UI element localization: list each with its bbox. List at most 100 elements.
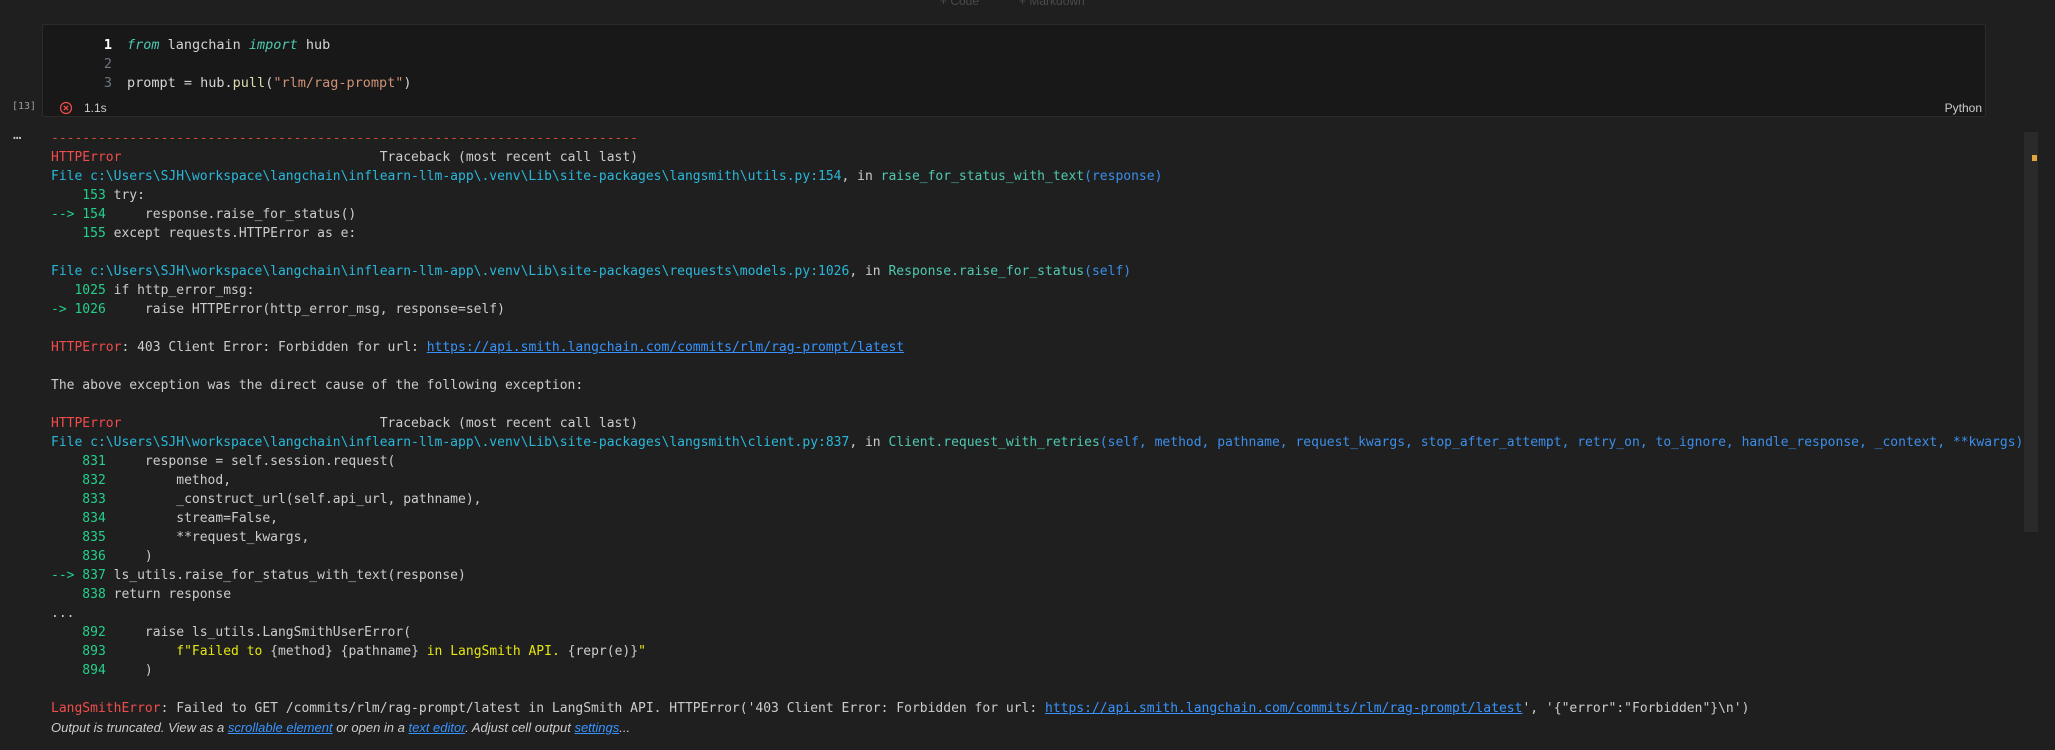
- source-line: 836 ): [51, 547, 2011, 566]
- source-line-number: 831: [51, 454, 106, 469]
- source-line-number: 838: [51, 587, 106, 602]
- source-code: method,: [105, 473, 232, 488]
- module-name: langchain: [159, 37, 249, 53]
- source-line-number: 833: [51, 492, 106, 507]
- source-code: ): [105, 663, 153, 678]
- function-args: (self): [1084, 264, 1132, 279]
- function-args: (response): [1084, 169, 1163, 184]
- source-line-number: -> 1026: [51, 302, 106, 317]
- function-name: pull: [232, 75, 266, 91]
- source-line-number: 835: [51, 530, 106, 545]
- file-label: File: [51, 264, 91, 279]
- source-line-number: --> 154: [51, 207, 106, 222]
- cause-message: The above exception was the direct cause…: [51, 378, 584, 393]
- string-literal: "rlm/rag-prompt": [273, 75, 404, 91]
- error-url-link[interactable]: https://api.smith.langchain.com/commits/…: [427, 340, 904, 355]
- source-code: return response: [105, 587, 232, 602]
- file-label: File: [51, 435, 91, 450]
- source-line-number: 892: [51, 625, 106, 640]
- source-line: 155 except requests.HTTPError as e:: [51, 224, 2011, 243]
- text-editor-link[interactable]: text editor: [408, 720, 465, 735]
- traceback-title: Traceback (most recent call last): [379, 416, 639, 431]
- output-more-icon[interactable]: …: [13, 127, 22, 143]
- format-field: {repr(e)}: [567, 644, 639, 659]
- source-line: --> 154 response.raise_for_status(): [51, 205, 2011, 224]
- exception-message: HTTPError: 403 Client Error: Forbidden f…: [51, 338, 2011, 357]
- source-code: except requests.HTTPError as e:: [105, 226, 357, 241]
- exception-name: HTTPError: [51, 340, 122, 355]
- source-code: response.raise_for_status(): [105, 207, 357, 222]
- source-code: ): [105, 549, 153, 564]
- format-field: {pathname}: [340, 644, 419, 659]
- source-line: 833 _construct_url(self.api_url, pathnam…: [51, 490, 2011, 509]
- line-number: 2: [103, 56, 112, 72]
- settings-link[interactable]: settings: [574, 720, 619, 735]
- source-line-number: 894: [51, 663, 106, 678]
- error-url-link[interactable]: https://api.smith.langchain.com/commits/…: [1045, 701, 1522, 716]
- source-line: 1025 if http_error_msg:: [51, 281, 2011, 300]
- add-markdown-button[interactable]: + Markdown: [1019, 0, 1085, 8]
- notice-text: . Adjust cell output: [465, 720, 575, 735]
- exception-message: LangSmithError: Failed to GET /commits/r…: [51, 699, 2011, 718]
- language-picker[interactable]: Python: [1945, 101, 1982, 115]
- traceback-header: HTTPError Traceback (most recent call la…: [51, 148, 2011, 167]
- source-line: 892 raise ls_utils.LangSmithUserError(: [51, 623, 2011, 642]
- line-number: 3: [103, 75, 112, 91]
- format-field: {method}: [270, 644, 333, 659]
- function-name: Response.raise_for_status: [888, 264, 1085, 279]
- in-label: , in: [849, 264, 889, 279]
- separator-line: ----------------------------------------…: [51, 131, 638, 146]
- source-line: 831 response = self.session.request(: [51, 452, 2011, 471]
- string-literal: in LangSmith API.: [418, 644, 568, 659]
- source-line-number: 832: [51, 473, 106, 488]
- code-cell-editor[interactable]: 1 from langchain import hub 2 3 prompt =…: [42, 24, 1986, 117]
- code-line: 1 from langchain import hub: [43, 36, 330, 55]
- source-line: 153 try:: [51, 186, 2011, 205]
- cell-toolbar: + Code + Markdown: [940, 0, 1085, 8]
- truncation-notice: Output is truncated. View as a scrollabl…: [51, 718, 2011, 737]
- add-code-button[interactable]: + Code: [940, 0, 979, 8]
- file-frame: File c:\Users\SJH\workspace\langchain\in…: [51, 167, 2011, 186]
- notice-text: or open in a: [332, 720, 409, 735]
- source-code: [106, 644, 176, 659]
- output-scrollbar[interactable]: [2024, 132, 2038, 532]
- execution-count: [13]: [12, 101, 37, 112]
- in-label: , in: [849, 435, 889, 450]
- in-label: , in: [841, 169, 881, 184]
- string-literal: [333, 644, 341, 659]
- source-line: 838 return response: [51, 585, 2011, 604]
- string-literal: ": [638, 644, 646, 659]
- source-line: -> 1026 raise HTTPError(http_error_msg, …: [51, 300, 2011, 319]
- function-name: Client.request_with_retries: [888, 435, 1100, 450]
- code-line: 3 prompt = hub.pull("rlm/rag-prompt"): [43, 74, 412, 93]
- keyword: from: [127, 37, 160, 53]
- source-line: 894 ): [51, 661, 2011, 680]
- import-name: hub: [297, 37, 331, 53]
- notice-text: Output is truncated. View as a: [51, 720, 228, 735]
- file-path-link[interactable]: c:\Users\SJH\workspace\langchain\inflear…: [90, 169, 841, 184]
- source-code: response = self.session.request(: [105, 454, 396, 469]
- function-args: (self, method, pathname, request_kwargs,…: [1099, 435, 2024, 450]
- source-code: ls_utils.raise_for_status_with_text(resp…: [105, 568, 466, 583]
- file-label: File: [51, 169, 91, 184]
- code-text: prompt = hub.: [127, 75, 233, 91]
- scrollable-element-link[interactable]: scrollable element: [228, 720, 333, 735]
- exception-name: LangSmithError: [51, 701, 161, 716]
- source-line: --> 837 ls_utils.raise_for_status_with_t…: [51, 566, 2011, 585]
- line-number: 1: [103, 37, 112, 53]
- source-line-number: 836: [51, 549, 106, 564]
- file-path-link[interactable]: c:\Users\SJH\workspace\langchain\inflear…: [90, 435, 849, 450]
- source-line-number: --> 837: [51, 568, 106, 583]
- file-path-link[interactable]: c:\Users\SJH\workspace\langchain\inflear…: [90, 264, 849, 279]
- source-line-number: 1025: [51, 283, 106, 298]
- exception-name: HTTPError: [51, 416, 122, 431]
- source-code: **request_kwargs,: [105, 530, 310, 545]
- error-circle-icon: [58, 100, 74, 116]
- source-code: raise ls_utils.LangSmithUserError(: [105, 625, 412, 640]
- code-line: 2: [43, 55, 127, 74]
- keyword: import: [248, 37, 298, 53]
- string-literal: f"Failed to: [176, 644, 271, 659]
- source-code: if http_error_msg:: [105, 283, 255, 298]
